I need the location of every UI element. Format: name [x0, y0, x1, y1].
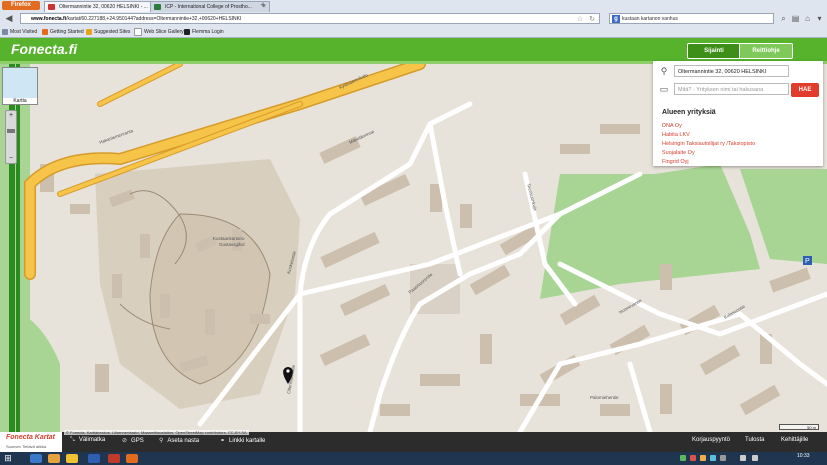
zoom-knob[interactable]	[7, 129, 15, 133]
volume-icon[interactable]	[752, 455, 758, 461]
tab-label: Oltermannintie 32, 00620 HELSINKI - ...	[59, 4, 148, 10]
menu-icon[interactable]: ▾	[814, 13, 825, 24]
scale-bar: 50 m	[779, 424, 819, 430]
network-icon[interactable]	[740, 455, 746, 461]
app-task-icon[interactable]	[66, 454, 78, 463]
correction-request-link[interactable]: Korjauspyyntö	[692, 437, 730, 443]
tab-sijainti[interactable]: Sijainti	[687, 43, 741, 59]
bookmark-flemma-login[interactable]: Flemma Login	[184, 27, 224, 37]
start-button[interactable]: ⊞	[1, 452, 15, 465]
app-task-icon[interactable]	[108, 454, 120, 463]
business-link[interactable]: Fingrid Oyj	[662, 159, 689, 165]
map-link-button[interactable]: ⚭ Linkki kartalle	[220, 437, 265, 444]
back-icon[interactable]: ◀	[3, 13, 15, 24]
map-type-thumbnail[interactable]: Kartta	[2, 67, 38, 105]
business-link[interactable]: Helsingin Taksiautoilijat ry /Taksiopist…	[662, 141, 755, 147]
zoom-in-button[interactable]: +	[6, 112, 16, 119]
icp-favicon-icon	[154, 4, 161, 10]
url-path: /kartat/60.227188,+24.950144?address=Olt…	[66, 16, 242, 22]
tray-icon[interactable]	[680, 455, 686, 461]
bookmark-most-visited[interactable]: Most Visited	[2, 27, 37, 37]
zoom-out-button[interactable]: −	[6, 155, 16, 162]
business-link[interactable]: DNA Oy	[662, 123, 682, 129]
clock[interactable]: 10:33	[797, 453, 810, 459]
web-search-input[interactable]: g kustaan kartanon vanhus	[609, 13, 774, 24]
bookmark-star-icon[interactable]: ☆	[577, 14, 583, 23]
area-businesses-title: Alueen yrityksiä	[662, 109, 716, 116]
svg-text:P: P	[805, 258, 810, 265]
fonecta-logo[interactable]: Fonecta.fi	[11, 41, 77, 57]
business-link[interactable]: Habita LKV	[662, 132, 690, 138]
firefox-task-icon[interactable]	[126, 454, 138, 463]
tray-icon[interactable]	[710, 455, 716, 461]
brand-title: Fonecta Kartat	[6, 434, 56, 441]
label-kustaankartano: Kustaankartano	[213, 236, 245, 241]
bookmark-folder-icon	[2, 28, 8, 35]
gps-icon: ⊘	[122, 438, 128, 444]
fonecta-favicon-icon	[48, 4, 55, 10]
explorer-task-icon[interactable]	[30, 454, 42, 463]
print-link[interactable]: Tulosta	[745, 437, 764, 443]
bookmark-web-slice-gallery[interactable]: Web Slice Gallery	[134, 27, 184, 37]
suggested-sites-icon	[86, 28, 92, 35]
reload-icon[interactable]: ↻	[589, 14, 595, 23]
set-pin-button[interactable]: ⚲ Aseta nasta	[159, 437, 199, 444]
word-task-icon[interactable]	[88, 454, 100, 463]
flemma-icon	[184, 28, 190, 35]
url-site: www.fonecta.fi	[31, 16, 67, 22]
tray-icon[interactable]	[720, 455, 726, 461]
building-icon: ▭	[659, 84, 669, 94]
label-gustavsgard: Gustavsgård	[219, 241, 245, 247]
url-bar[interactable]: www.fonecta.fi/kartat/60.227188,+24.9501…	[20, 13, 600, 24]
location-marker-icon: ⚲	[660, 66, 668, 76]
search-icon[interactable]: ⌕	[778, 13, 789, 24]
home-icon[interactable]: ⌂	[802, 13, 813, 24]
parking-icon: P	[803, 256, 812, 265]
tray-icon[interactable]	[690, 455, 696, 461]
brand-subtitle: Suomen Tietävä alikka	[6, 444, 47, 449]
zoom-slider[interactable]: + −	[5, 110, 17, 164]
firefox-icon	[42, 28, 48, 35]
business-link[interactable]: Suojalaite Oy	[662, 150, 695, 156]
firefox-menu-button[interactable]: Firefox	[2, 1, 40, 10]
bookmark-suggested-sites[interactable]: Suggested Sites	[86, 27, 130, 37]
tab-reittiohje[interactable]: Reittiohje	[739, 43, 793, 59]
label-palomiehentie: Palomiehentie	[590, 395, 619, 400]
tab-label: ICP - International College of Prostho..…	[165, 4, 252, 10]
fonecta-kartat-logo[interactable]: Fonecta Kartat Suomen Tietävä alikka	[0, 432, 62, 452]
link-icon: ⚭	[220, 438, 226, 444]
developers-link[interactable]: Kehittäjille	[781, 437, 808, 443]
web-search-value: kustaan kartanon vanhus	[622, 16, 678, 22]
addon-icon[interactable]: ▤	[790, 13, 801, 24]
map-attribution: © Fonecta, Karttakeskus, Liikennevirasto…	[64, 430, 249, 435]
tab-fonecta[interactable]: Oltermannintie 32, 00620 HELSINKI - ... …	[44, 1, 162, 12]
pin-icon: ⚲	[159, 438, 164, 444]
tab-icp[interactable]: ICP - International College of Prostho..…	[150, 1, 270, 12]
search-button[interactable]: HAE	[791, 83, 819, 97]
ruler-icon: ⤡	[70, 437, 75, 443]
distance-tool-button[interactable]: ⤡ Välimatka	[70, 437, 105, 444]
google-icon: g	[612, 15, 620, 23]
tray-icon[interactable]	[700, 455, 706, 461]
folder-task-icon[interactable]	[48, 454, 60, 463]
web-slice-icon	[134, 27, 142, 36]
bookmark-getting-started[interactable]: Getting Started	[42, 27, 84, 37]
bookmarks-bar: Most Visited Getting Started Suggested S…	[0, 27, 827, 37]
address-input[interactable]: Oltermannintie 32, 00620 HELSINKI	[674, 65, 789, 77]
gps-button[interactable]: ⊘ GPS	[122, 437, 144, 444]
what-search-input[interactable]: Mitä? - Yrityksen nimi tai hakusana	[674, 83, 789, 95]
map-type-label: Kartta	[3, 98, 37, 104]
new-tab-button[interactable]: +	[258, 1, 268, 11]
